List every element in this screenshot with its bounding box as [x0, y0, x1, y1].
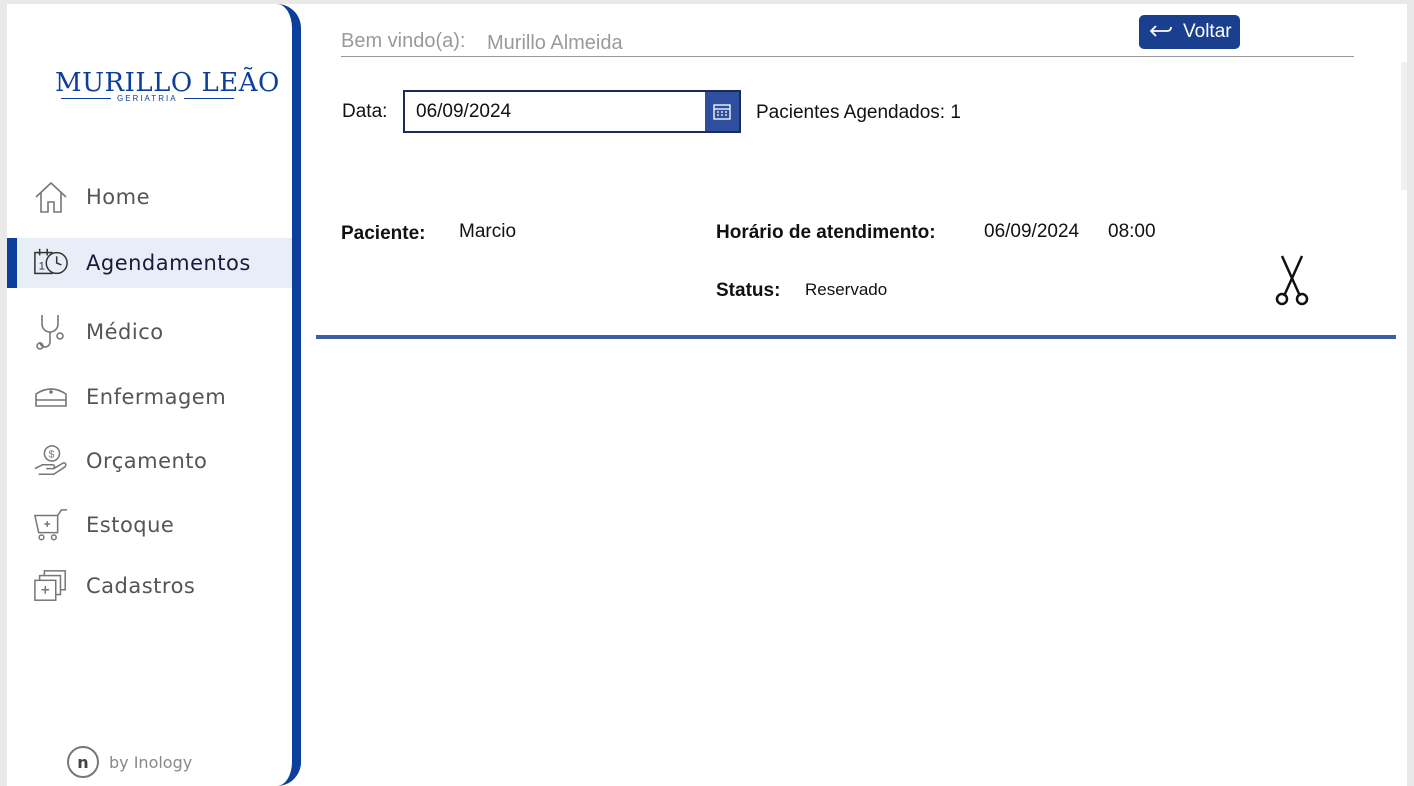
sidebar-item-label: Orçamento — [86, 449, 208, 473]
calendar-button[interactable] — [705, 92, 739, 131]
inology-logo-icon: n — [67, 746, 99, 778]
powered-by-text: by Inology — [109, 752, 193, 772]
brand-subtitle: GERIATRIA — [61, 94, 233, 103]
sidebar-item-label: Agendamentos — [86, 251, 251, 275]
stethoscope-icon — [33, 314, 69, 350]
home-icon — [33, 179, 69, 215]
svg-text:1: 1 — [39, 261, 45, 273]
powered-by: n by Inology — [67, 746, 192, 778]
date-picker — [403, 90, 741, 133]
app-window: MURILLO LEÃO GERIATRIA Home 1 Agendament… — [7, 4, 1407, 786]
return-arrow-icon — [1149, 23, 1173, 41]
appointment-divider — [316, 335, 1396, 339]
money-hand-icon: $ — [33, 443, 69, 479]
appointment-time: 08:00 — [1108, 221, 1156, 242]
nurse-cap-icon — [33, 379, 69, 415]
user-name: Murillo Almeida — [487, 32, 623, 54]
back-button[interactable]: Voltar — [1139, 15, 1240, 49]
status-value: Reservado — [805, 280, 888, 299]
sidebar-item-enfermagem[interactable]: Enfermagem — [7, 372, 292, 422]
sidebar-item-label: Médico — [86, 320, 164, 344]
status-label: Status: — [716, 280, 781, 301]
sidebar-item-cadastros[interactable]: Cadastros — [7, 561, 292, 611]
date-label: Data: — [342, 101, 388, 122]
sidebar-item-label: Enfermagem — [86, 385, 227, 409]
appointment-date: 06/09/2024 — [984, 221, 1080, 242]
main-content: Bem vindo(a): Murillo Almeida Voltar Dat… — [316, 4, 1407, 786]
back-button-label: Voltar — [1183, 21, 1232, 42]
header-divider — [341, 56, 1354, 57]
sidebar-item-label: Cadastros — [86, 574, 196, 598]
calendar-clock-icon: 1 — [33, 245, 69, 281]
calendar-icon — [713, 103, 731, 120]
time-label: Horário de atendimento: — [716, 222, 936, 243]
patient-label: Paciente: — [341, 223, 426, 244]
sidebar-item-agendamentos[interactable]: 1 Agendamentos — [7, 238, 292, 288]
sidebar-item-medico[interactable]: Médico — [7, 307, 292, 357]
sidebar-item-orcamento[interactable]: $ Orçamento — [7, 436, 292, 486]
medical-cart-icon — [33, 507, 69, 543]
date-input[interactable] — [405, 92, 705, 131]
scissors-icon[interactable] — [1274, 254, 1310, 306]
brand-logo: MURILLO LEÃO GERIATRIA — [55, 62, 279, 106]
sidebar: MURILLO LEÃO GERIATRIA Home 1 Agendament… — [7, 4, 301, 786]
sidebar-item-label: Home — [86, 185, 151, 209]
sidebar-item-label: Estoque — [86, 513, 175, 537]
scrollbar[interactable] — [1401, 62, 1407, 190]
svg-text:$: $ — [49, 450, 55, 461]
sidebar-item-home[interactable]: Home — [7, 172, 292, 222]
welcome-label: Bem vindo(a): — [341, 30, 466, 52]
sidebar-item-estoque[interactable]: Estoque — [7, 500, 292, 550]
patient-name: Marcio — [459, 221, 517, 242]
scheduled-count: Pacientes Agendados: 1 — [756, 102, 961, 123]
medical-folders-icon — [33, 568, 69, 604]
